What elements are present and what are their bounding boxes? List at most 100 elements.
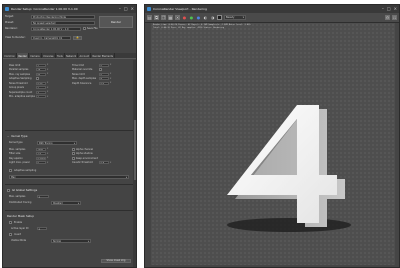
blue-channel-icon[interactable]: ● xyxy=(196,15,201,20)
spinner-icon[interactable]: ⬍ xyxy=(110,162,112,164)
frame-buffer-titlebar[interactable]: CoronaRender Viewport - Rendering – □ × xyxy=(145,5,399,13)
chevron-down-icon: ▾ xyxy=(125,175,127,179)
tab-render-elements[interactable]: Render Elements xyxy=(91,53,116,58)
invert-checkbox[interactable] xyxy=(9,233,12,236)
active-layer-input[interactable]: 1 xyxy=(37,226,47,231)
adaptive-sampling-checkbox[interactable] xyxy=(9,169,12,172)
param-checkbox[interactable] xyxy=(99,68,102,72)
param-checkbox[interactable] xyxy=(36,77,39,81)
param-input[interactable]: 0.00 xyxy=(36,81,46,85)
spinner-icon[interactable]: ⬍ xyxy=(47,91,49,93)
frame-buffer-title: CoronaRender Viewport - Rendering xyxy=(153,7,207,11)
alpha-channel-icon[interactable]: ◐ xyxy=(203,15,208,20)
gi-section-header[interactable]: GI Global Settings xyxy=(7,188,37,192)
spinner-icon[interactable]: ⬍ xyxy=(110,82,112,84)
lock-icon[interactable]: ⊡ xyxy=(392,15,397,20)
gi-section-label: GI Global Settings xyxy=(12,188,38,192)
clear-icon[interactable]: ✕ xyxy=(175,15,180,20)
param-label: Min. adaptive samples xyxy=(9,95,35,99)
clone-icon[interactable]: ❐ xyxy=(161,15,166,20)
copy-icon[interactable]: ⧉ xyxy=(154,15,159,20)
tab-camera[interactable]: Camera xyxy=(29,53,42,58)
save-file-checkbox[interactable] xyxy=(83,27,86,30)
param-input[interactable]: 0.0001 xyxy=(36,156,46,160)
green-channel-icon[interactable]: ● xyxy=(189,15,194,20)
param-input[interactable]: 16 xyxy=(36,68,46,72)
spinner-icon[interactable]: ⬍ xyxy=(47,73,49,75)
render-setup-titlebar[interactable]: Render Setup: CoronaRender 1.00.00 V-1.0… xyxy=(3,5,136,13)
tab-account[interactable]: Account xyxy=(78,53,92,58)
spinner-icon[interactable]: ⬍ xyxy=(47,157,49,159)
visible-mode-dropdown[interactable]: Normal ▾ xyxy=(51,238,91,243)
close-icon[interactable]: × xyxy=(394,7,397,11)
param-input[interactable]: 64 xyxy=(36,72,46,76)
param-input[interactable]: 0.8 xyxy=(99,161,109,165)
tab-render[interactable]: Render xyxy=(17,53,30,58)
red-channel-icon[interactable]: ● xyxy=(182,15,187,20)
kernel-section-header[interactable]: − Kernel Type xyxy=(7,134,27,138)
close-icon[interactable]: × xyxy=(131,7,134,11)
mono-icon[interactable]: ◑ xyxy=(210,15,215,20)
renderer-dropdown[interactable]: CoronaRender 1.00.00 V - 1.0 xyxy=(31,26,81,31)
param-label: Noise limit xyxy=(72,72,85,76)
show-mask-button[interactable]: Show mask img xyxy=(101,258,131,263)
spinner-icon[interactable]: ⬍ xyxy=(47,69,49,71)
maximize-icon[interactable]: □ xyxy=(124,7,128,11)
spinner-icon[interactable]: ⬍ xyxy=(47,96,49,98)
spinner-icon[interactable]: ⬍ xyxy=(47,153,49,155)
param-input[interactable]: 0 xyxy=(99,72,109,76)
spinner-icon[interactable]: ⬍ xyxy=(110,78,112,80)
maximize-icon[interactable]: □ xyxy=(387,7,391,11)
spinner-icon[interactable]: ⬍ xyxy=(47,162,49,164)
spinner-icon[interactable]: ⬍ xyxy=(110,64,112,66)
kernel-type-label: Kernel type xyxy=(9,141,23,144)
lock-view-button[interactable]: 🔒 xyxy=(73,35,82,40)
tab-universe[interactable]: Universe xyxy=(42,53,56,58)
scrollbar-thumb[interactable] xyxy=(133,120,136,180)
spinner-icon[interactable]: ⬍ xyxy=(47,148,49,150)
preset-dropdown[interactable]: No preset selected xyxy=(31,20,95,25)
minimize-icon[interactable]: – xyxy=(119,7,121,11)
minimize-icon[interactable]: – xyxy=(382,7,384,11)
spinner-icon[interactable]: ⬍ xyxy=(47,87,49,89)
param-input[interactable]: 1 xyxy=(36,86,46,90)
render-canvas[interactable]: Render time: 0:00:26 Passes: 42 Rays/s: … xyxy=(151,23,395,265)
tab-network[interactable]: Network xyxy=(65,53,79,58)
gi-method-input[interactable]: 1 xyxy=(37,194,49,199)
mask-section-header[interactable]: Render Mask Setup xyxy=(7,214,34,218)
kernel-type-dropdown[interactable]: Path Tracing ▾ xyxy=(37,140,77,145)
gi-checkbox[interactable] xyxy=(7,188,10,192)
gi-sub-dropdown[interactable]: Disabled ▾ xyxy=(51,200,81,205)
param-checkbox[interactable] xyxy=(72,156,75,160)
param-input[interactable]: 1 xyxy=(36,95,46,99)
param-row: Noise threshold 0.00 ⬍ Depth tolerance 0.5 ⬍ xyxy=(9,81,135,86)
render-button[interactable]: Render xyxy=(99,16,133,28)
param-checkbox[interactable] xyxy=(72,152,75,156)
tab-common[interactable]: Common xyxy=(3,53,18,58)
param-input[interactable]: 1 xyxy=(36,63,46,67)
adaptive-value-field[interactable]: Max ▾ xyxy=(9,174,129,179)
tab-tools[interactable]: Tools xyxy=(56,53,65,58)
param-input[interactable]: 8 xyxy=(99,77,109,81)
tools-icon[interactable]: ⚙ xyxy=(385,15,390,20)
view-dropdown[interactable]: Quad 4 - Camera001_01 xyxy=(31,35,71,40)
print-icon[interactable]: ▦ xyxy=(168,15,173,20)
spinner-icon[interactable]: ⬍ xyxy=(47,64,49,66)
spinner-icon[interactable]: ⬍ xyxy=(47,82,49,84)
enable-checkbox[interactable] xyxy=(9,221,12,224)
target-dropdown[interactable]: Production Rendering Mode xyxy=(31,14,95,19)
divider xyxy=(5,210,136,211)
param-label: Material override xyxy=(72,68,93,72)
param-input[interactable]: 1000 xyxy=(36,147,46,151)
background-swatch[interactable] xyxy=(217,15,222,20)
spinner-icon[interactable]: ⬍ xyxy=(110,73,112,75)
param-checkbox[interactable] xyxy=(72,147,75,151)
param-input[interactable]: 0.5 xyxy=(99,81,109,85)
channel-dropdown[interactable]: Beauty ▾ xyxy=(224,15,246,20)
settings-scrollbar[interactable] xyxy=(133,60,136,267)
param-input[interactable]: 4 xyxy=(36,90,46,94)
param-input[interactable]: 0 xyxy=(36,161,46,165)
param-input[interactable]: 0 xyxy=(99,63,109,67)
param-input[interactable]: 1.5 xyxy=(36,152,46,156)
save-icon[interactable]: ▤ xyxy=(147,15,152,20)
